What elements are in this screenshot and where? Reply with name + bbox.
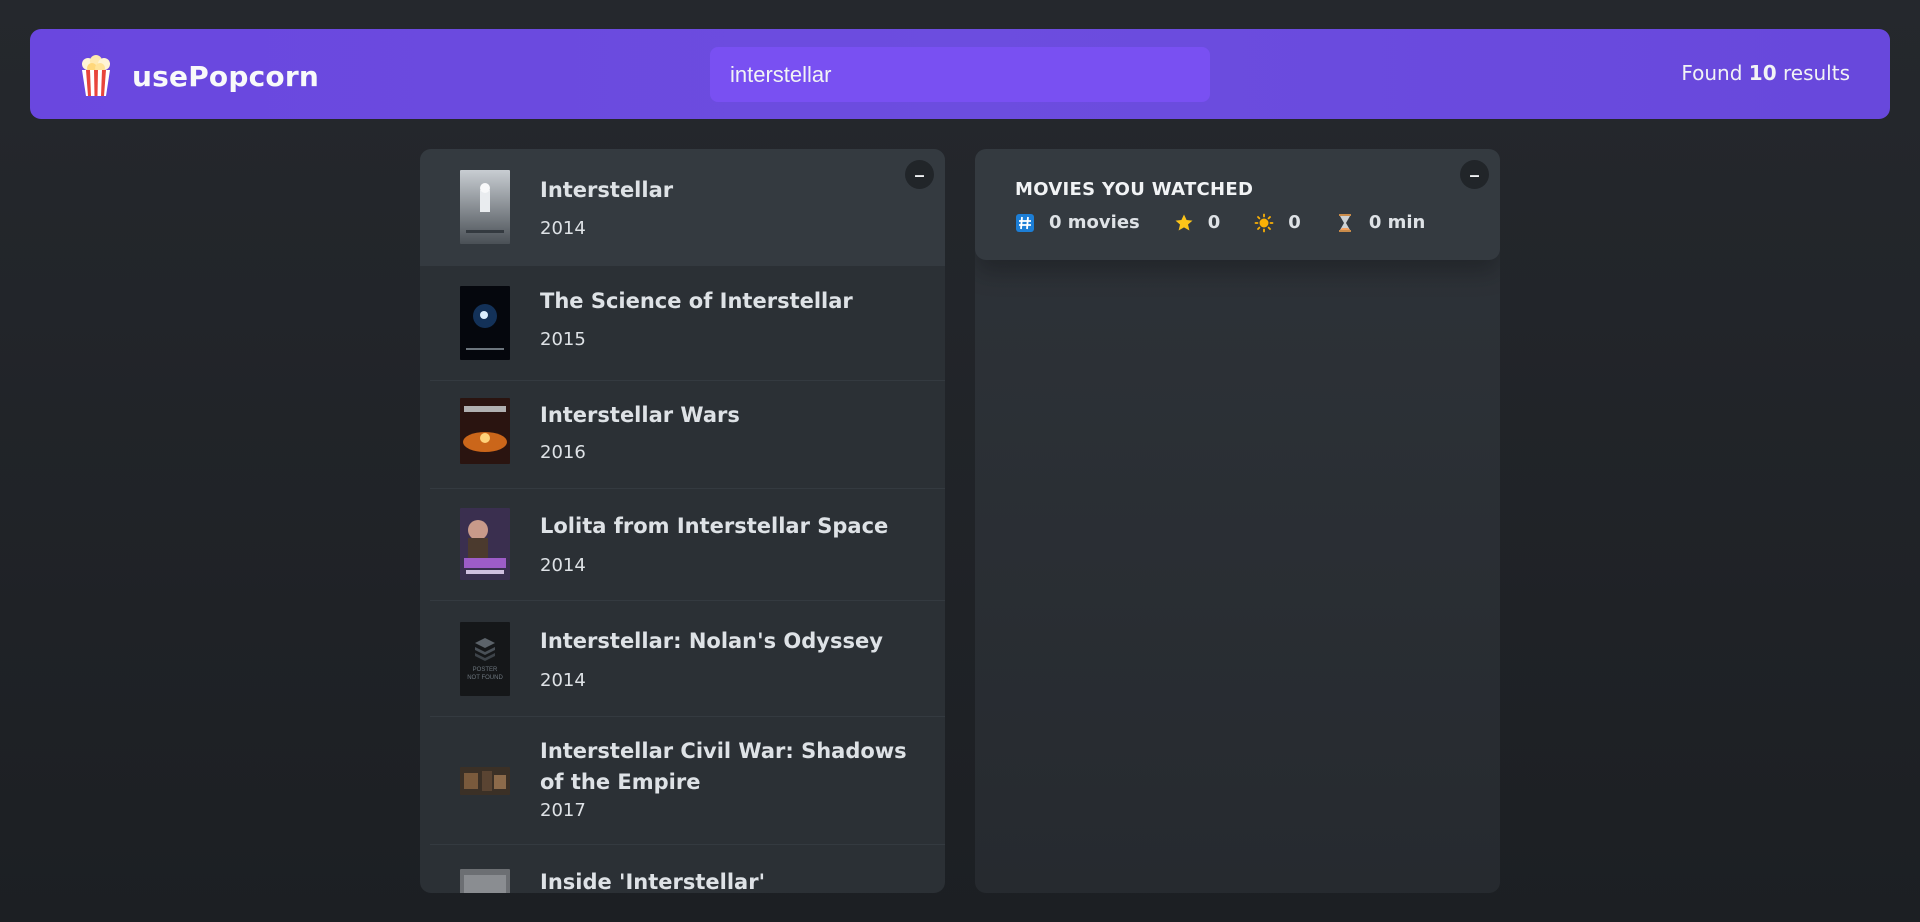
movie-year: 2017 xyxy=(540,800,586,821)
found-prefix: Found xyxy=(1681,61,1743,85)
stat-runtime-value: 0 min xyxy=(1368,212,1426,233)
stat-user-value: 0 xyxy=(1288,212,1301,233)
hourglass-icon xyxy=(1335,213,1355,233)
movie-year: 2014 xyxy=(540,555,586,576)
star-icon xyxy=(1174,213,1194,233)
movie-year: 2014 xyxy=(540,218,586,239)
stat-imdb-value: 0 xyxy=(1207,212,1221,233)
stat-user-rating: 0 xyxy=(1254,212,1301,233)
results-count: Found 10 results xyxy=(1681,61,1850,85)
collapse-watched-button[interactable]: – xyxy=(1460,160,1489,189)
brand-name: usePopcorn xyxy=(132,59,319,93)
list-item-movie[interactable]: Lolita from Interstellar Space 2014 xyxy=(430,489,945,601)
popcorn-icon xyxy=(78,55,114,97)
stat-imdb-rating: 0 xyxy=(1174,212,1221,233)
list-item-movie[interactable]: POSTER NOT FOUND Interstellar: Nolan's O… xyxy=(430,601,945,717)
list-item-movie[interactable]: Interstellar Wars 2016 xyxy=(430,381,945,489)
movie-year: 2015 xyxy=(540,329,586,350)
collapse-results-button[interactable]: – xyxy=(905,160,934,189)
nav-bar: usePopcorn Found 10 results xyxy=(30,29,1890,119)
watched-box: – Movies you watched 0 movies 0 xyxy=(975,149,1500,893)
movie-poster xyxy=(460,398,510,464)
list-item-movie[interactable]: Interstellar Civil War: Shadows of the E… xyxy=(430,717,945,845)
list-item-movie[interactable]: Inside 'Interstellar' xyxy=(430,845,945,893)
movie-poster xyxy=(460,767,510,795)
movie-list: Interstellar 2014 The Science of Interst… xyxy=(420,149,945,893)
watched-summary: Movies you watched 0 movies 0 xyxy=(975,149,1500,260)
stat-movies: 0 movies xyxy=(1015,212,1140,233)
movie-year: 2016 xyxy=(540,442,586,463)
watched-stats: 0 movies 0 0 0 min xyxy=(1015,212,1460,233)
list-item-movie[interactable]: The Science of Interstellar 2015 xyxy=(430,266,945,381)
poster-not-found-text: POSTER NOT FOUND xyxy=(467,667,503,681)
movie-year: 2014 xyxy=(540,670,586,691)
logo: usePopcorn xyxy=(78,55,319,97)
hash-icon xyxy=(1015,213,1035,233)
sun-icon xyxy=(1254,213,1274,233)
list-item-movie[interactable]: Interstellar 2014 xyxy=(420,149,945,266)
movie-poster xyxy=(460,170,510,244)
found-suffix: results xyxy=(1782,61,1850,85)
stat-runtime: 0 min xyxy=(1335,212,1426,233)
movie-title: Interstellar xyxy=(540,178,674,202)
search-results-box: – Interstellar 2014 The Science of Inter… xyxy=(420,149,945,893)
movie-poster xyxy=(460,508,510,580)
movie-title: Interstellar: Nolan's Odyssey xyxy=(540,629,883,653)
watched-heading: Movies you watched xyxy=(1015,179,1254,200)
movie-title: Lolita from Interstellar Space xyxy=(540,514,889,538)
movie-title: The Science of Interstellar xyxy=(540,289,853,313)
stat-movies-value: 0 movies xyxy=(1049,212,1140,233)
movie-poster xyxy=(460,869,510,893)
movie-title: Interstellar Wars xyxy=(540,403,740,427)
movie-poster: POSTER NOT FOUND xyxy=(460,622,510,696)
search-input[interactable] xyxy=(710,47,1210,102)
found-count: 10 xyxy=(1748,61,1777,85)
movie-title: Inside 'Interstellar' xyxy=(540,870,766,893)
movie-title: Interstellar Civil War: Shadows of the E… xyxy=(540,739,907,794)
movie-poster xyxy=(460,286,510,360)
